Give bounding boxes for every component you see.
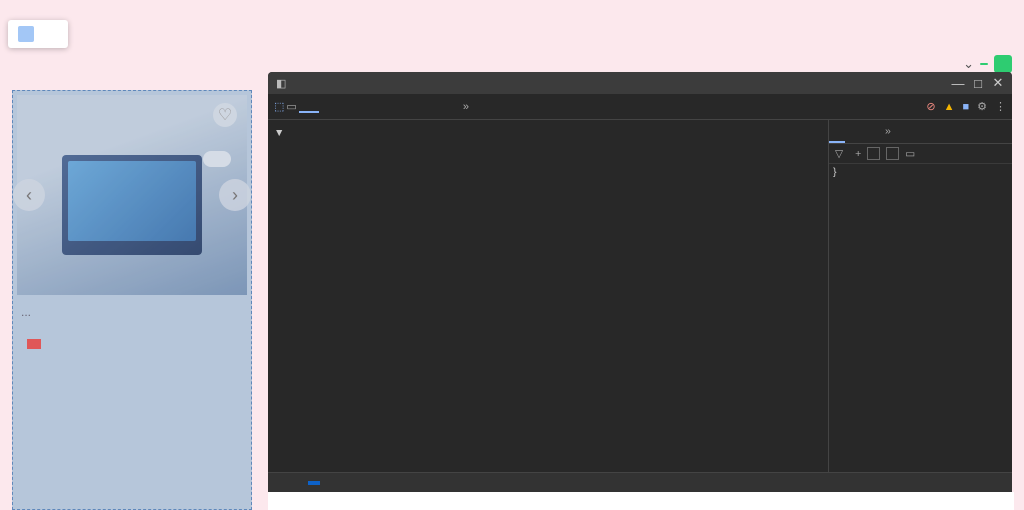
styles-panel: » ▽ + ▭ } — [828, 120, 1012, 472]
minimize-icon[interactable]: — — [952, 77, 964, 89]
device-icon[interactable]: ▭ — [286, 100, 296, 113]
product-image-area[interactable]: ♡ ‹ › — [17, 95, 247, 295]
prev-arrow-icon[interactable]: ‹ — [13, 179, 45, 211]
breadcrumb-item[interactable] — [284, 481, 296, 485]
tabs-more-icon[interactable]: » — [877, 120, 899, 143]
tabs-more-icon[interactable]: » — [453, 96, 479, 118]
info-count[interactable]: ■ — [962, 101, 969, 113]
maximize-icon[interactable]: □ — [972, 77, 984, 89]
image-icon — [18, 26, 34, 42]
tab-computed[interactable] — [845, 120, 861, 143]
breadcrumb-item[interactable] — [272, 481, 284, 485]
tab-layout[interactable] — [861, 120, 877, 143]
bottom-row-peek — [268, 492, 1014, 510]
tab-memory[interactable] — [365, 102, 385, 112]
error-count[interactable]: ⊘ — [926, 100, 935, 113]
add-rule-icon[interactable]: + — [855, 148, 861, 160]
breadcrumb-item-active[interactable] — [308, 481, 320, 485]
breadcrumb-item[interactable] — [296, 481, 308, 485]
tab-sources[interactable] — [343, 102, 363, 112]
inspect-tooltip — [8, 20, 68, 48]
toggle-icon[interactable] — [867, 147, 880, 160]
tab-network[interactable] — [409, 102, 429, 112]
laptop-image — [62, 155, 202, 255]
dom-breadcrumb[interactable] — [268, 472, 1012, 492]
tab-perf-insights[interactable] — [387, 102, 407, 112]
chevron-down-icon[interactable]: ⌄ — [963, 56, 974, 72]
tab-console[interactable] — [321, 102, 341, 112]
next-arrow-icon[interactable]: › — [219, 179, 251, 211]
filter-icon[interactable]: ▽ — [835, 148, 843, 160]
close-icon[interactable]: ✕ — [992, 77, 1004, 89]
heart-icon[interactable]: ♡ — [213, 103, 237, 127]
chat-icon[interactable] — [994, 55, 1012, 73]
flag-icon — [27, 339, 41, 349]
tab-styles[interactable] — [829, 120, 845, 143]
kebab-icon[interactable]: ⋮ — [995, 100, 1006, 113]
devtools-window: ◧ — □ ✕ ⬚ ▭ » ⊘ ▲ ■ ⚙ ⋮ ▼ — [268, 72, 1012, 492]
gear-icon[interactable]: ⚙ — [977, 100, 987, 113]
devtools-icon: ◧ — [276, 77, 286, 90]
product-card[interactable]: ♡ ‹ › ... — [12, 90, 252, 510]
tab-elements[interactable] — [299, 101, 319, 113]
panel-menu-icon[interactable]: ▭ — [905, 148, 915, 160]
toggle-icon[interactable] — [886, 147, 899, 160]
product-title[interactable]: ... — [21, 303, 243, 321]
warning-count[interactable]: ▲ — [944, 101, 955, 113]
inspect-icon[interactable]: ⬚ — [274, 100, 284, 113]
new-badge — [980, 63, 988, 65]
dom-tree[interactable]: ▼ — [268, 120, 828, 472]
tab-performance[interactable] — [431, 102, 451, 112]
add-compare-button[interactable] — [203, 151, 231, 167]
